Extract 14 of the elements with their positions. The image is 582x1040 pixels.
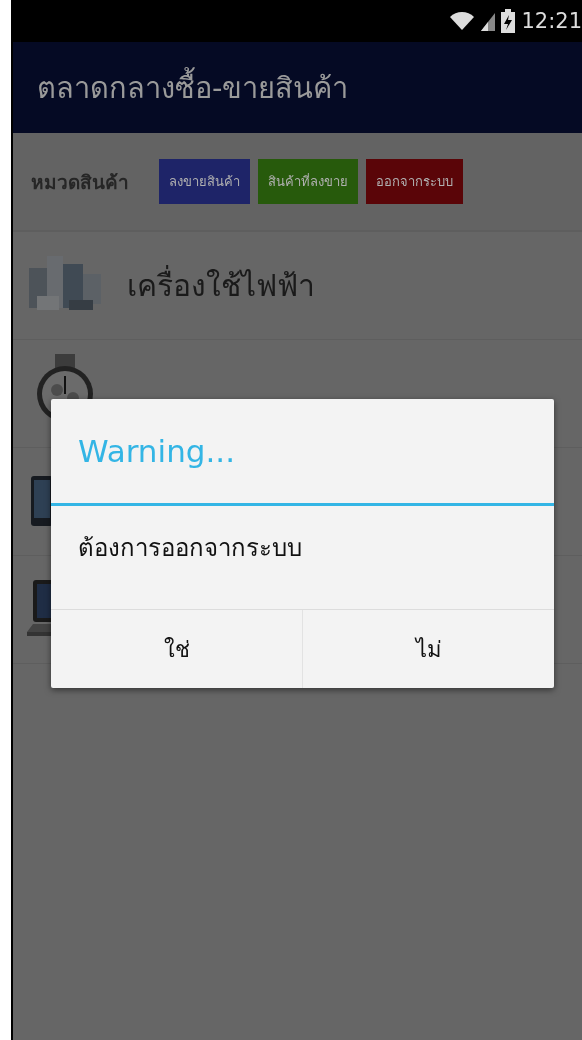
dialog-button[interactable]: ใช่ xyxy=(51,610,302,688)
dialog-message: ต้องการออกจากระบบ xyxy=(78,534,302,562)
toolbar-label: หมวดสินค้า xyxy=(31,169,129,195)
toolbar-button[interactable]: ลงขายสินค้า xyxy=(159,159,250,204)
dialog-title: Warning... xyxy=(78,433,235,469)
signal-icon xyxy=(481,11,496,31)
wifi-icon xyxy=(449,11,476,31)
battery-charging-icon xyxy=(501,9,516,33)
toolbar-button[interactable]: สินค้าที่ลงขาย xyxy=(258,159,358,204)
category-name: เครื่องใช้ไฟฟ้า xyxy=(127,262,315,309)
toolbar-button[interactable]: ออกจากระบบ xyxy=(366,159,463,204)
dialog-button[interactable]: ไม่ xyxy=(302,610,554,688)
app-title: ตลาดกลางซื้อ-ขายสินค้า xyxy=(37,64,349,111)
clock-time: 12:21 xyxy=(521,9,582,33)
